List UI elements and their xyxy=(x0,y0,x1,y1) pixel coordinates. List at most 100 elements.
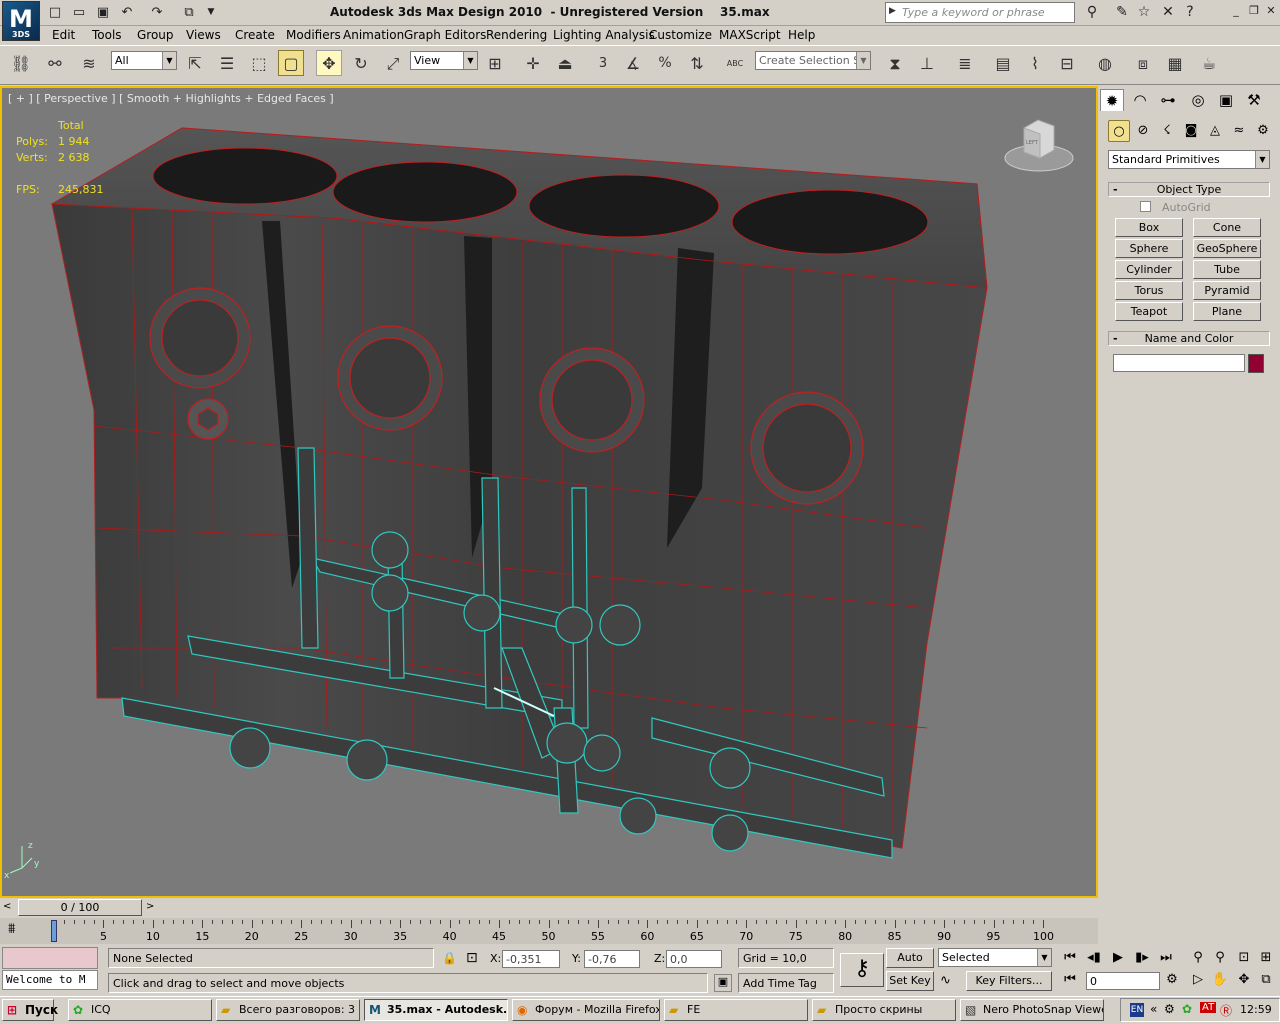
pivot-center-icon[interactable]: ⊞ xyxy=(482,50,508,76)
torus-button[interactable]: Torus xyxy=(1115,281,1183,300)
taskbar-item-icq[interactable]: ✿ ICQ xyxy=(68,999,212,1021)
auto-key-button[interactable]: Auto Key xyxy=(886,948,934,982)
quick-access-dropdown-icon[interactable]: ▼ xyxy=(202,3,220,21)
pyramid-button[interactable]: Pyramid xyxy=(1193,281,1261,300)
curve-editor-icon[interactable]: ⌇ xyxy=(1022,50,1048,76)
sphere-button[interactable]: Sphere xyxy=(1115,239,1183,258)
helpers-icon[interactable]: ◬ xyxy=(1204,120,1226,142)
display-tab-icon[interactable]: ▣ xyxy=(1214,89,1238,111)
menu-modifiers[interactable]: Modifiers xyxy=(286,28,341,42)
previous-frame-icon[interactable]: ◂▮ xyxy=(1084,948,1104,968)
material-editor-icon[interactable]: ◍ xyxy=(1092,50,1118,76)
create-tab-icon[interactable]: ✹ xyxy=(1100,89,1124,111)
systems-icon[interactable]: ⚙ xyxy=(1252,120,1274,142)
edit-named-selection-icon[interactable]: ABC xyxy=(722,50,748,76)
go-to-end-icon[interactable]: ⏭ xyxy=(1156,948,1176,968)
perspective-viewport[interactable]: z y x [ + ] [ Perspective ] [ Smooth + H… xyxy=(0,86,1098,898)
save-icon[interactable]: ▣ xyxy=(94,3,112,21)
maxscript-mini-listener-top[interactable] xyxy=(2,947,98,969)
tube-button[interactable]: Tube xyxy=(1193,260,1261,279)
zoom-all-icon[interactable]: ⚲ xyxy=(1210,948,1230,968)
key-mode-dropdown[interactable]: Selected ▼ xyxy=(938,948,1052,967)
taskbar-item-3dsmax[interactable]: M 35.max - Autodesk... xyxy=(364,999,508,1021)
select-and-move-icon[interactable]: ✥ xyxy=(316,50,342,76)
selection-filter-dropdown[interactable]: All ▼ xyxy=(111,51,177,70)
open-file-icon[interactable]: ▭ xyxy=(70,3,88,21)
language-indicator[interactable]: EN xyxy=(1130,1003,1144,1017)
restore-icon[interactable]: ❐ xyxy=(1246,4,1262,18)
zoom-extents-all-icon[interactable]: ⊞ xyxy=(1256,948,1276,968)
close-icon[interactable]: ✕ xyxy=(1263,4,1279,18)
category-dropdown[interactable]: Standard Primitives ▼ xyxy=(1108,150,1270,169)
window-crossing-icon[interactable]: ▢ xyxy=(278,50,304,76)
tray-antivirus-icon[interactable]: AT xyxy=(1200,1002,1217,1013)
new-file-icon[interactable]: □ xyxy=(46,3,64,21)
minimize-icon[interactable]: _ xyxy=(1228,4,1244,18)
key-mode-toggle-icon[interactable]: ⏮ xyxy=(1060,970,1080,990)
tray-icq-icon[interactable]: ✿ xyxy=(1182,1002,1192,1016)
select-and-rotate-icon[interactable]: ↻ xyxy=(348,50,374,76)
menu-animation[interactable]: Animation xyxy=(343,28,404,42)
named-selection-dropdown[interactable]: Create Selection Se ▼ xyxy=(755,51,871,70)
angle-snap-icon[interactable]: ∡ xyxy=(620,50,646,76)
box-button[interactable]: Box xyxy=(1115,218,1183,237)
orbit-icon[interactable]: ✥ xyxy=(1234,970,1254,990)
go-to-start-icon[interactable]: ⏮ xyxy=(1060,948,1080,968)
x-coordinate-input[interactable]: -0,351 xyxy=(502,950,560,968)
menu-lighting-analysis[interactable]: Lighting Analysis xyxy=(553,28,655,42)
reference-coordinate-dropdown[interactable]: View ▼ xyxy=(410,51,478,70)
redo-icon[interactable]: ↷ xyxy=(148,3,166,21)
select-and-scale-icon[interactable]: ⤢ xyxy=(380,50,406,76)
menu-tools[interactable]: Tools xyxy=(92,28,122,42)
viewcube[interactable]: LEFT xyxy=(1004,116,1074,178)
lights-icon[interactable]: ☇ xyxy=(1156,120,1178,142)
menu-create[interactable]: Create xyxy=(235,28,275,42)
hierarchy-tab-icon[interactable]: ⊶ xyxy=(1156,89,1180,111)
bind-space-warp-icon[interactable]: ≋ xyxy=(76,50,102,76)
spinner-snap-icon[interactable]: ⇅ xyxy=(684,50,710,76)
menu-graph-editors[interactable]: Graph Editors xyxy=(404,28,486,42)
motion-tab-icon[interactable]: ◎ xyxy=(1186,89,1210,111)
align-icon[interactable]: ⊥ xyxy=(914,50,940,76)
next-frame-icon[interactable]: ▮▸ xyxy=(1132,948,1152,968)
maximize-viewport-icon[interactable]: ⧉ xyxy=(1256,970,1276,990)
add-time-tag-icon[interactable]: ▣ xyxy=(714,974,732,992)
maxscript-mini-listener[interactable]: Welcome to M xyxy=(2,970,98,990)
start-button[interactable]: ⊞ Пуск xyxy=(2,999,58,1021)
y-coordinate-input[interactable]: -0,76 xyxy=(584,950,640,968)
layer-manager-icon[interactable]: ≣ xyxy=(952,50,978,76)
menu-maxscript[interactable]: MAXScript xyxy=(719,28,781,42)
favorites-icon[interactable]: ☆ xyxy=(1134,3,1154,22)
time-slider[interactable]: 0 / 100 xyxy=(18,899,142,916)
hold-icon[interactable]: ⧉ xyxy=(180,3,198,21)
tray-app-icon[interactable]: ⚙ xyxy=(1164,1002,1175,1016)
taskbar-item-fe[interactable]: ▰ FE xyxy=(664,999,808,1021)
select-object-icon[interactable]: ⇱ xyxy=(182,50,208,76)
absolute-mode-icon[interactable]: ⊡ xyxy=(466,950,478,966)
geosphere-button[interactable]: GeoSphere xyxy=(1193,239,1261,258)
spacewarps-icon[interactable]: ≈ xyxy=(1228,120,1250,142)
time-configuration-icon[interactable]: ⚙ xyxy=(1162,970,1182,990)
select-and-link-icon[interactable]: ⛓ xyxy=(8,50,34,76)
percent-snap-icon[interactable]: % xyxy=(652,50,678,76)
zoom-extents-icon[interactable]: ⊡ xyxy=(1234,948,1254,968)
object-name-input[interactable] xyxy=(1113,354,1245,372)
taskbar-item-nero[interactable]: ▧ Nero PhotoSnap Viewer xyxy=(960,999,1104,1021)
rectangular-selection-icon[interactable]: ⬚ xyxy=(246,50,272,76)
zoom-icon[interactable]: ⚲ xyxy=(1188,948,1208,968)
menu-edit[interactable]: Edit xyxy=(52,28,75,42)
set-key-icon[interactable]: ⚷ xyxy=(840,953,884,987)
utilities-tab-icon[interactable]: ⚒ xyxy=(1242,89,1266,111)
slider-right-arrow-icon[interactable]: > xyxy=(146,901,154,912)
key-filters-button[interactable]: Key Filters... xyxy=(966,971,1052,991)
tray-expand-icon[interactable]: « xyxy=(1150,1002,1157,1016)
communication-center-icon[interactable]: ✎ xyxy=(1112,3,1132,22)
modify-tab-icon[interactable]: ◠ xyxy=(1128,89,1152,111)
tray-red-icon[interactable]: Ⓡ xyxy=(1220,1002,1232,1019)
plane-button[interactable]: Plane xyxy=(1193,302,1261,321)
name-color-rollout-header[interactable]: - Name and Color xyxy=(1108,331,1270,346)
shapes-icon[interactable]: ⊘ xyxy=(1132,120,1154,142)
viewport-label[interactable]: [ + ] [ Perspective ] [ Smooth + Highlig… xyxy=(8,92,334,105)
mini-curve-editor-icon[interactable]: ⩩ xyxy=(8,921,15,937)
render-setup-icon[interactable]: ⧈ xyxy=(1130,50,1156,76)
